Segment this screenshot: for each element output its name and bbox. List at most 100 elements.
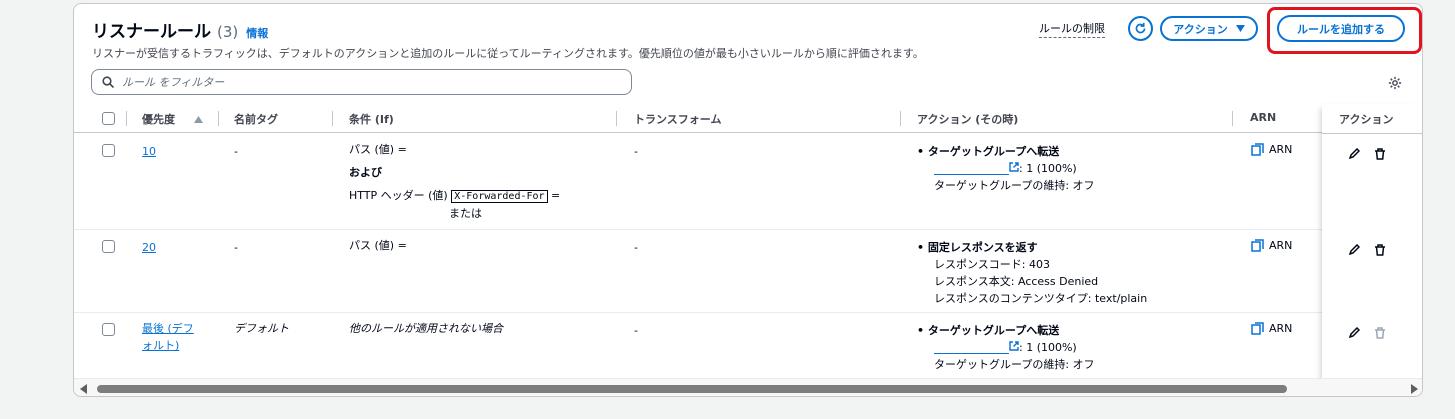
header-divider [1322,133,1422,134]
row-action-icons [1348,244,1386,256]
action-cell: • ターゲットグループへ転送 : 1 (100%) ターゲットグループの維持: … [917,322,1217,373]
copy-arn-button[interactable]: ARN [1251,322,1292,335]
row-checkbox[interactable] [102,144,115,157]
table-header: 優先度 名前タグ 条件 (If) トランスフォーム アクション (その時) AR… [74,104,1422,133]
add-rule-highlight-box [1267,7,1422,54]
scrollbar-thumb[interactable] [97,385,1287,393]
delete-trash-icon[interactable] [1374,244,1386,256]
condition-equals: = [551,189,561,202]
response-content-type: レスポンスのコンテンツタイプ: text/plain [934,292,1148,305]
title-text: リスナールール [92,22,211,42]
external-link-icon[interactable] [1009,341,1019,351]
rule-limits-link[interactable]: ルールの制限 [1039,20,1105,38]
copy-icon [1251,322,1264,335]
action-cell: • 固定レスポンスを返す レスポンスコード: 403 レスポンス本文: Acce… [917,239,1217,307]
horizontal-scrollbar[interactable] [74,378,1422,396]
condition-path: パス (値) = [349,143,407,156]
sort-ascending-icon[interactable] [194,116,203,123]
edit-pencil-icon[interactable] [1348,327,1360,339]
action-target-line: : 1 (100%) [917,160,1217,177]
actions-column: アクション [1322,104,1422,396]
action-stickiness: ターゲットグループの維持: オフ [934,358,1095,371]
settings-gear-icon[interactable] [1388,76,1402,90]
col-actions: アクション [1339,113,1394,126]
response-code: レスポンスコード: 403 [934,258,1050,271]
target-group-link[interactable] [934,343,1009,354]
col-arn[interactable]: ARN [1250,111,1276,124]
info-link[interactable]: 情報 [246,25,268,41]
panel-title: リスナールール (3) 情報 [92,17,268,42]
transform-value: - [634,324,638,337]
refresh-icon [1135,22,1146,34]
rule-filter-input[interactable]: ルール をフィルター [91,69,632,95]
condition-cell: パス (値) = および HTTP ヘッダー (値) X-Forwarded-F… [349,141,609,222]
col-priority[interactable]: 優先度 [142,111,175,127]
copy-arn-button[interactable]: ARN [1251,143,1292,156]
bullet: • [917,145,928,158]
external-link-icon[interactable] [1009,162,1019,172]
table-row: 20 - パス (値) = - • 固定レスポンスを返す レスポンスコード: 4… [74,230,1422,313]
arn-label: ARN [1269,143,1293,156]
row-action-icons [1348,148,1386,160]
col-action[interactable]: アクション (その時) [917,111,1018,127]
listener-rules-panel: リスナールール (3) 情報 リスナーが受信するトラフィックは、デフォルトのアク… [73,3,1423,397]
col-transform[interactable]: トランスフォーム [634,111,721,127]
bullet: • [917,324,928,337]
column-divider [616,111,617,126]
action-title-text: ターゲットグループへ転送 [927,145,1060,158]
column-divider [218,111,219,126]
target-weight: : 1 (100%) [1019,162,1077,175]
column-divider [332,111,333,126]
col-name-tag[interactable]: 名前タグ [234,111,278,127]
delete-trash-icon[interactable] [1374,148,1386,160]
search-icon [102,76,114,88]
copy-icon [1251,143,1264,156]
action-title-text: 固定レスポンスを返す [927,241,1038,254]
arn-label: ARN [1269,239,1293,252]
scroll-left-arrow[interactable] [80,384,87,394]
condition-and: および [349,166,382,179]
column-divider [900,111,901,126]
action-target-line: : 1 (100%) [917,339,1217,356]
name-tag: デフォルト [234,322,289,335]
condition-header-line: HTTP ヘッダー (値) X-Forwarded-For = [349,187,609,205]
row-action-icons [1348,327,1386,339]
action-cell: • ターゲットグループへ転送 : 1 (100%) ターゲットグループの維持: … [917,143,1217,194]
name-tag: - [234,145,238,158]
scroll-right-arrow[interactable] [1411,384,1418,394]
refresh-button[interactable] [1128,16,1153,41]
copy-arn-button[interactable]: ARN [1251,239,1292,252]
target-weight: : 1 (100%) [1019,341,1077,354]
transform-value: - [634,145,638,158]
priority-link[interactable]: 最後 (デフ ォルト) [142,320,202,354]
panel-description: リスナーが受信するトラフィックは、デフォルトのアクションと追加のルールに従ってル… [92,47,924,60]
condition-path: パス (値) = [349,239,407,252]
actions-button-label: アクション [1173,22,1228,36]
row-checkbox[interactable] [102,240,115,253]
target-group-link[interactable] [934,164,1009,175]
priority-link[interactable]: 10 [142,143,156,160]
delete-trash-icon-disabled [1375,327,1385,339]
table-row: 10 - パス (値) = および HTTP ヘッダー (値) X-Forwar… [74,134,1422,230]
transform-value: - [634,241,638,254]
name-tag: - [234,241,238,254]
priority-line-1: 最後 (デフ [142,322,194,335]
edit-pencil-icon[interactable] [1348,244,1360,256]
edit-pencil-icon[interactable] [1348,148,1360,160]
condition-or: または [449,207,482,220]
actions-dropdown-button[interactable]: アクション [1160,16,1258,41]
copy-icon [1251,239,1264,252]
column-divider [1232,111,1233,126]
action-title: • ターゲットグループへ転送 [917,322,1217,339]
table-row: 最後 (デフ ォルト) デフォルト 他のルールが適用されない場合 - • ターゲ… [74,313,1422,378]
row-checkbox[interactable] [102,323,115,336]
condition-default: 他のルールが適用されない場合 [349,322,503,335]
col-condition[interactable]: 条件 (If) [349,111,394,127]
arn-label: ARN [1269,322,1293,335]
priority-link[interactable]: 20 [142,239,156,256]
action-title: • 固定レスポンスを返す [917,239,1217,256]
column-divider [126,111,127,126]
action-stickiness: ターゲットグループの維持: オフ [934,179,1095,192]
response-body: レスポンス本文: Access Denied [934,275,1099,288]
select-all-checkbox[interactable] [102,112,115,125]
